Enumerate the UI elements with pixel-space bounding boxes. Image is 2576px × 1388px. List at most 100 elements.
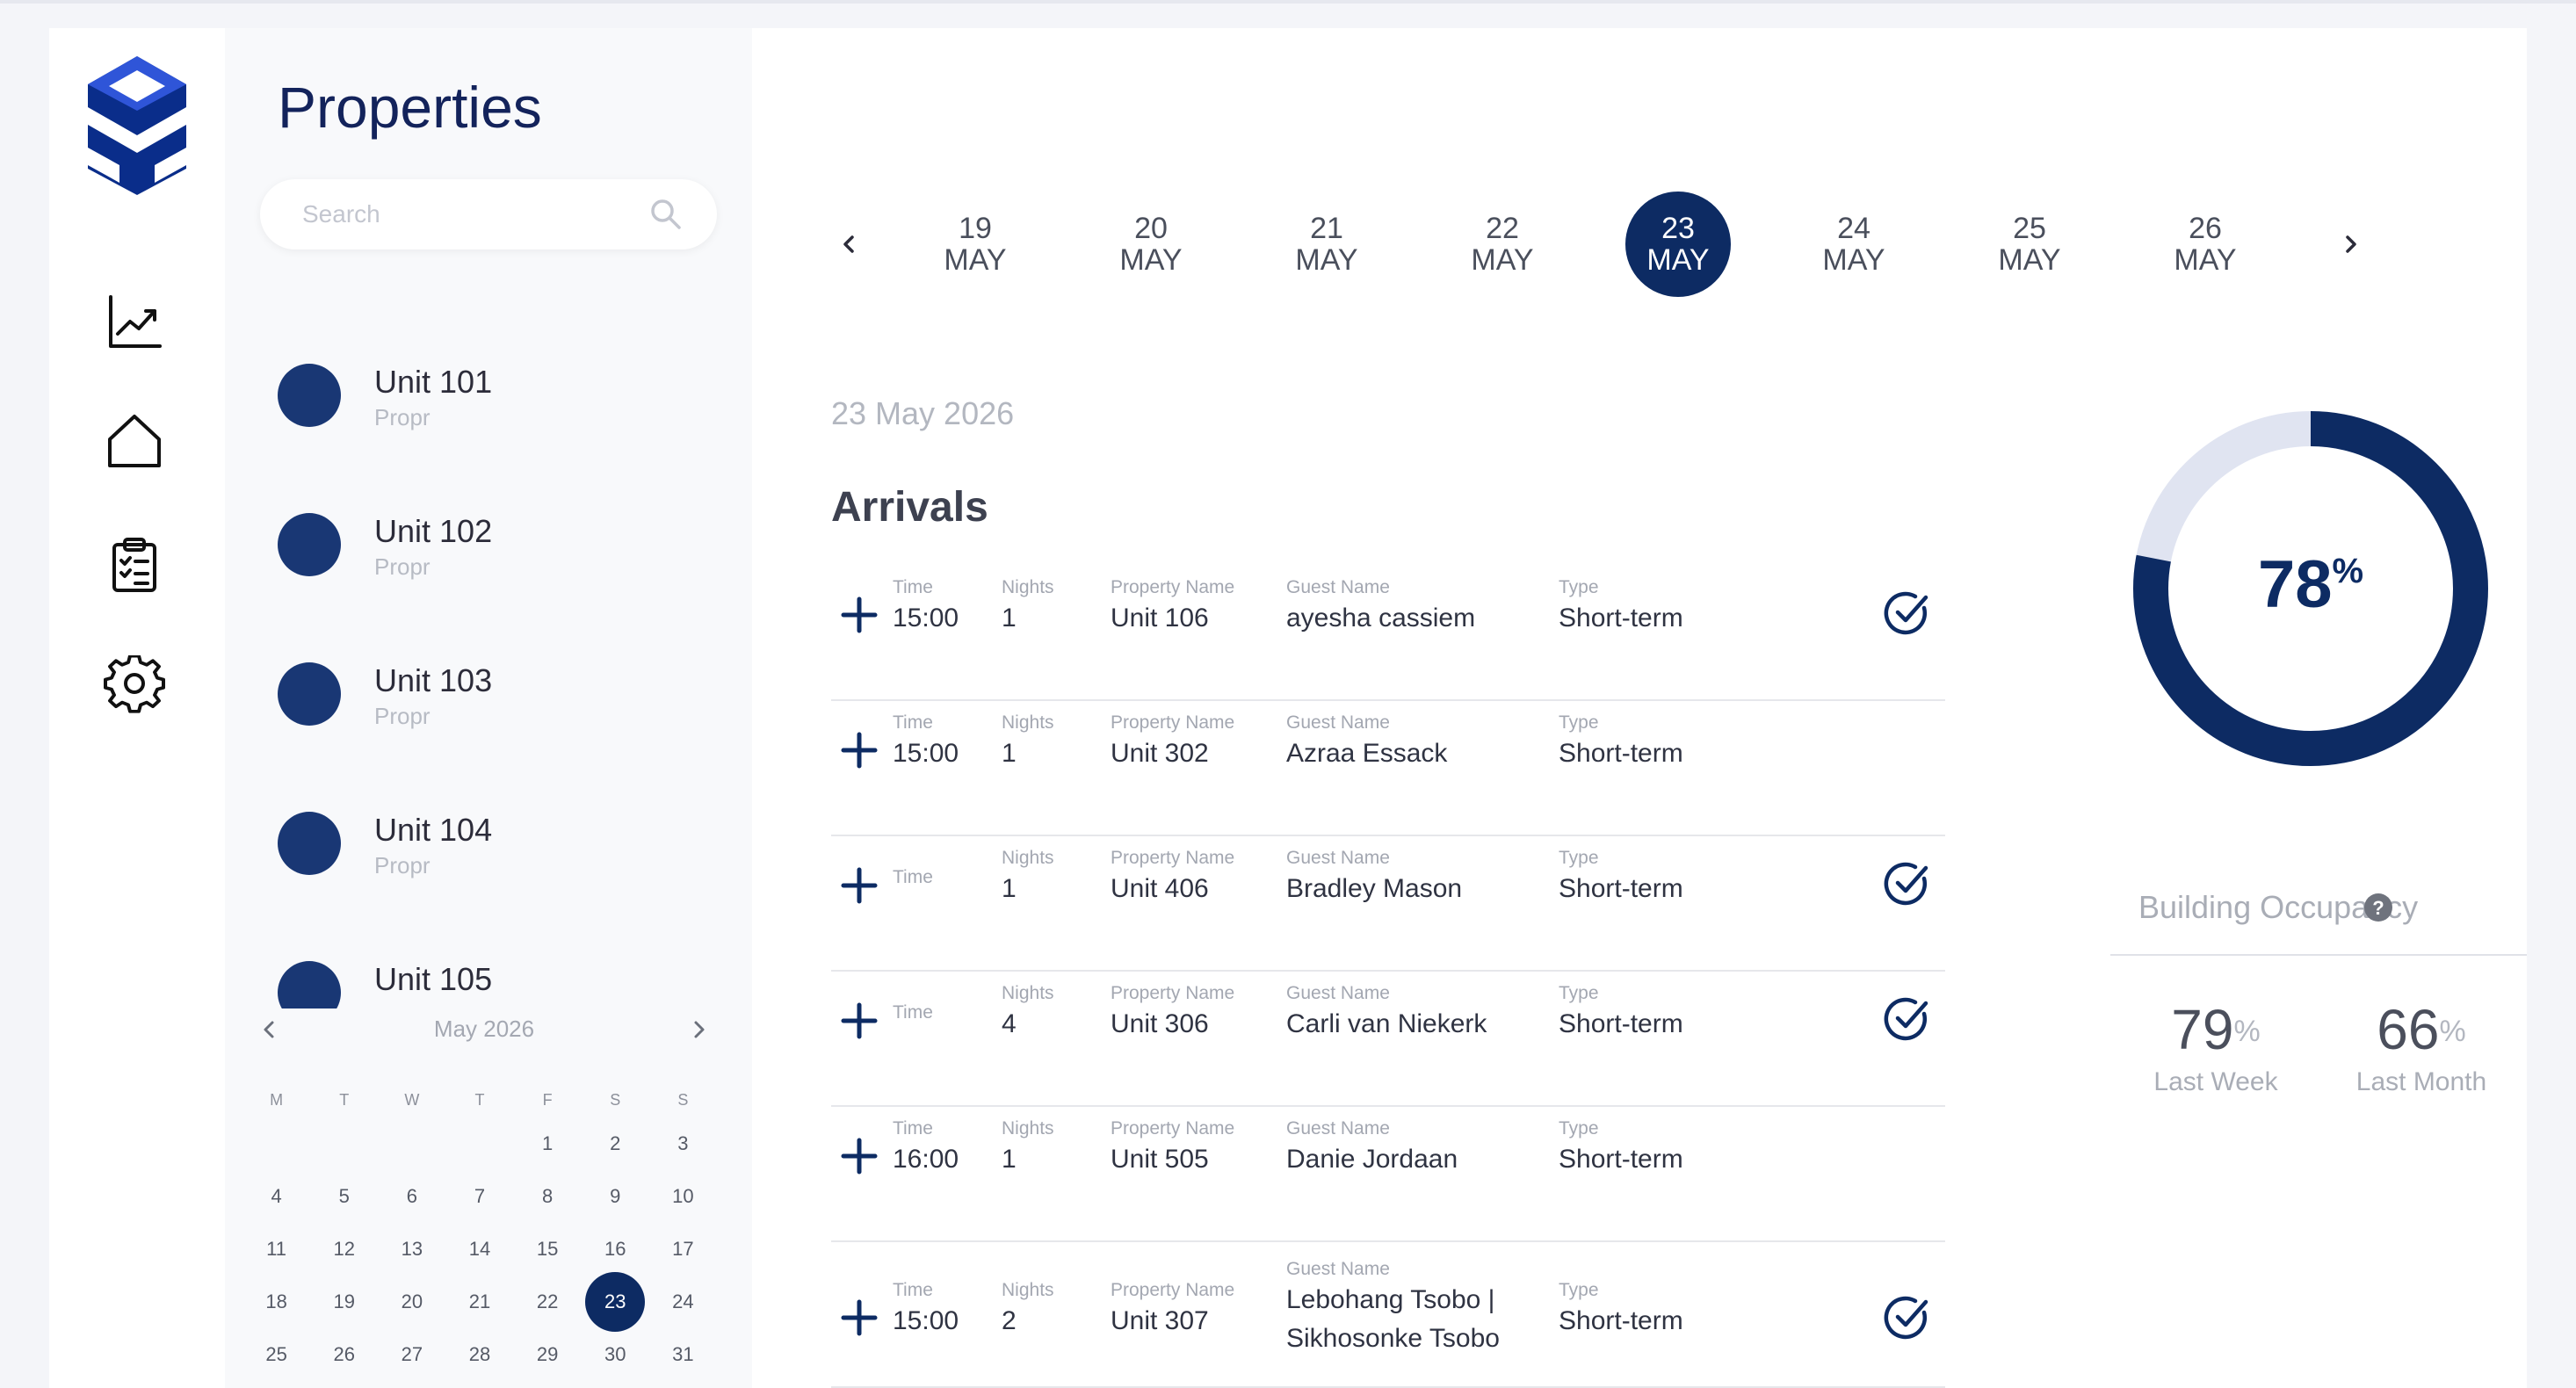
- property-name-cell: Property Name Unit 505: [1111, 1118, 1235, 1174]
- arrival-row: Time 15:00 Nights 1 Property Name Unit 302 …: [831, 701, 1945, 836]
- date-strip-day[interactable]: 21 MAY: [1274, 192, 1379, 297]
- calendar-day[interactable]: 4: [242, 1170, 310, 1223]
- guest-name-cell: Guest Name Bradley Mason: [1286, 848, 1463, 903]
- calendar-day[interactable]: 15: [514, 1223, 582, 1276]
- calendar-week: 25 26 27 28 29 30 31: [242, 1328, 717, 1381]
- plus-icon[interactable]: [840, 1001, 879, 1040]
- main-content: 19 MAY 20 MAY 21 MAY 22 MAY 23 MAY 24 MAY 25 MA…: [752, 28, 2527, 1388]
- guest-name-cell: Guest Name Carli van Niekerk: [1286, 983, 1487, 1038]
- unit-avatar: [278, 812, 341, 875]
- calendar-day[interactable]: 16: [582, 1223, 649, 1276]
- last-month-value: 66: [2377, 998, 2440, 1061]
- chevron-right-icon[interactable]: [2334, 227, 2369, 262]
- weekday-label: W: [404, 1091, 420, 1109]
- unit-list-item[interactable]: Unit 105: [225, 961, 752, 1008]
- calendar-day[interactable]: 12: [310, 1223, 378, 1276]
- property-name-cell: Property Name Unit 106: [1111, 577, 1235, 633]
- calendar-day[interactable]: 28: [445, 1328, 513, 1381]
- calendar-day: [310, 1117, 378, 1170]
- date-strip-day-active[interactable]: 23 MAY: [1625, 192, 1731, 297]
- calendar-day[interactable]: 31: [649, 1328, 717, 1381]
- unit-list-item[interactable]: Unit 103 Propr: [225, 662, 752, 768]
- unit-list-item[interactable]: Unit 102 Propr: [225, 513, 752, 618]
- unit-name: Unit 102: [374, 513, 493, 549]
- date-strip-day[interactable]: 22 MAY: [1450, 192, 1555, 297]
- calendar-day[interactable]: 10: [649, 1170, 717, 1223]
- nights-cell: Nights 1: [1002, 577, 1054, 633]
- search-icon[interactable]: [648, 197, 684, 232]
- guest-name-cell: Guest Name ayesha cassiem: [1286, 577, 1476, 633]
- nights-cell: Nights 1: [1002, 712, 1054, 768]
- calendar-day[interactable]: 14: [445, 1223, 513, 1276]
- calendar-day[interactable]: 25: [242, 1328, 310, 1381]
- calendar-week: 1 2 3: [242, 1117, 717, 1170]
- arrival-row: Time 16:00 Nights 1 Property Name Unit 505 …: [831, 1107, 1945, 1242]
- calendar-week: 18 19 20 21 22 23 24: [242, 1272, 717, 1332]
- time-cell: Time: [893, 867, 933, 887]
- date-strip-day[interactable]: 19 MAY: [923, 192, 1028, 297]
- help-icon[interactable]: ?: [2363, 893, 2393, 922]
- property-name-cell: Property Name Unit 302: [1111, 712, 1235, 768]
- unit-avatar: [278, 364, 341, 427]
- check-circle-icon[interactable]: [1882, 994, 1931, 1044]
- calendar-day[interactable]: 9: [582, 1170, 649, 1223]
- properties-panel: Properties Unit 101 Propr Unit 102 Propr…: [225, 28, 752, 1388]
- property-name-cell: Property Name Unit 307: [1111, 1280, 1235, 1335]
- calendar-day[interactable]: 13: [378, 1223, 445, 1276]
- calendar-day[interactable]: 20: [378, 1276, 445, 1328]
- unit-list-item[interactable]: Unit 104 Propr: [225, 812, 752, 917]
- check-circle-icon[interactable]: [1882, 589, 1931, 638]
- calendar-day[interactable]: 17: [649, 1223, 717, 1276]
- brand-logo: [88, 56, 186, 195]
- arrival-row: Time 15:00 Nights 1 Property Name Unit 106 …: [831, 566, 1945, 701]
- type-cell: Type Short-term: [1559, 983, 1683, 1038]
- check-circle-icon[interactable]: [1882, 859, 1931, 908]
- search-input[interactable]: [302, 179, 654, 249]
- calendar-day[interactable]: 30: [582, 1328, 649, 1381]
- calendar-day[interactable]: 26: [310, 1328, 378, 1381]
- unit-subtitle: Propr: [374, 553, 431, 580]
- chevron-left-icon[interactable]: [831, 227, 866, 262]
- calendar-day[interactable]: 22: [514, 1276, 582, 1328]
- date-strip-day[interactable]: 24 MAY: [1801, 192, 1907, 297]
- calendar-day[interactable]: 11: [242, 1223, 310, 1276]
- clipboard-checklist-icon[interactable]: [104, 534, 165, 596]
- unit-list-item[interactable]: Unit 101 Propr: [225, 364, 752, 469]
- calendar-day[interactable]: 19: [310, 1276, 378, 1328]
- calendar-day[interactable]: 24: [649, 1276, 717, 1328]
- calendar-day[interactable]: 5: [310, 1170, 378, 1223]
- arrival-row: Time Nights 1 Property Name Unit 406 Guest…: [831, 836, 1945, 972]
- plus-icon[interactable]: [840, 1298, 879, 1337]
- calendar-day[interactable]: 6: [378, 1170, 445, 1223]
- calendar-day[interactable]: 3: [649, 1117, 717, 1170]
- plus-icon[interactable]: [840, 596, 879, 634]
- calendar-day[interactable]: 21: [445, 1276, 513, 1328]
- date-strip-day[interactable]: 20 MAY: [1098, 192, 1204, 297]
- plus-icon[interactable]: [840, 866, 879, 905]
- calendar-day[interactable]: 29: [514, 1328, 582, 1381]
- chevron-right-icon[interactable]: [682, 1012, 717, 1047]
- mini-calendar-header: May 2026: [251, 1012, 717, 1056]
- nights-cell: Nights 2: [1002, 1280, 1054, 1335]
- calendar-day[interactable]: 7: [445, 1170, 513, 1223]
- calendar-day[interactable]: 18: [242, 1276, 310, 1328]
- plus-icon[interactable]: [840, 1137, 879, 1175]
- date-strip-day[interactable]: 25 MAY: [1977, 192, 2082, 297]
- plus-icon[interactable]: [840, 731, 879, 770]
- unit-subtitle: Propr: [374, 703, 431, 729]
- last-week-stat: 79% Last Week: [2119, 994, 2312, 1100]
- settings-gear-icon[interactable]: [104, 655, 165, 717]
- nights-cell: Nights 1: [1002, 848, 1054, 903]
- app-window: Properties Unit 101 Propr Unit 102 Propr…: [49, 28, 2527, 1388]
- check-circle-icon[interactable]: [1882, 1293, 1931, 1342]
- calendar-day[interactable]: 1: [514, 1117, 582, 1170]
- calendar-day[interactable]: 27: [378, 1328, 445, 1381]
- calendar-day[interactable]: 8: [514, 1170, 582, 1223]
- home-icon[interactable]: [104, 411, 165, 473]
- analytics-icon[interactable]: [104, 292, 165, 353]
- calendar-day[interactable]: 2: [582, 1117, 649, 1170]
- date-strip-day[interactable]: 26 MAY: [2153, 192, 2258, 297]
- calendar-day-selected[interactable]: 23: [582, 1272, 649, 1332]
- arrivals-heading: Arrivals: [831, 484, 988, 531]
- occupancy-current: 78%: [2257, 547, 2364, 622]
